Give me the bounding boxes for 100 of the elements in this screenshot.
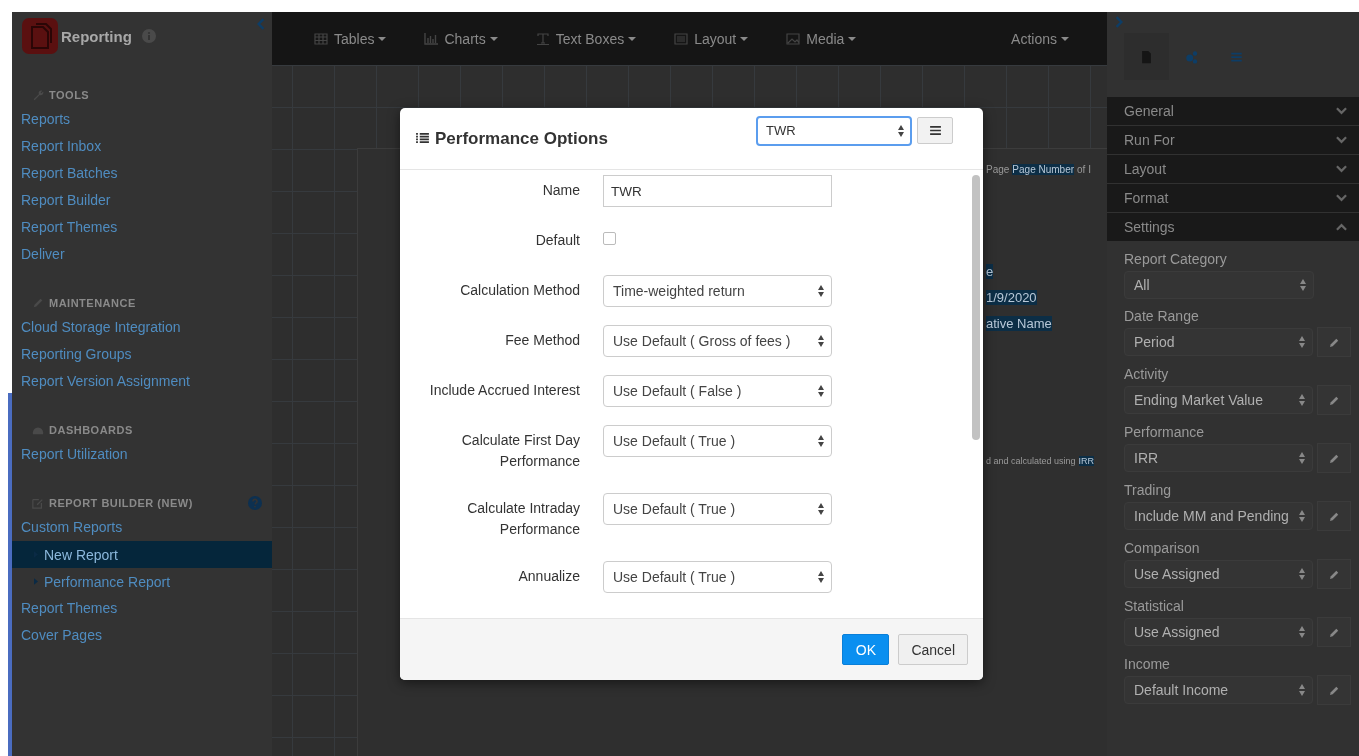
cancel-button[interactable]: Cancel xyxy=(898,634,968,665)
select-field[interactable]: IRR xyxy=(1124,444,1314,472)
name-field[interactable]: TWR xyxy=(603,175,832,207)
chevron-down-icon xyxy=(1336,165,1347,173)
nav-link[interactable]: Report Inbox xyxy=(12,133,272,160)
pencil-icon xyxy=(1328,452,1340,464)
section-heading: DASHBOARDS xyxy=(49,424,134,436)
chevron-down-icon xyxy=(1336,136,1347,144)
select-field[interactable]: Default Income xyxy=(1124,676,1314,704)
field-label: Report Category xyxy=(1124,251,1228,267)
image-icon xyxy=(786,32,801,45)
nav-link[interactable]: Deliver xyxy=(12,241,272,268)
nav-link[interactable]: Report Themes xyxy=(12,595,272,622)
select-field[interactable]: Use Default ( True ) xyxy=(603,493,832,525)
accordion-header[interactable]: Run For xyxy=(1107,126,1359,154)
toolbar-menu[interactable]: Tables xyxy=(314,30,387,47)
chevron-down-icon xyxy=(1336,107,1347,115)
nav-link[interactable]: Report Utilization xyxy=(12,441,272,468)
toolbar-menu[interactable]: Charts xyxy=(424,30,498,47)
field-token: e xyxy=(986,264,994,279)
nav-subitem[interactable]: Performance Report xyxy=(12,568,272,595)
menu-button[interactable] xyxy=(917,117,953,144)
ok-button[interactable]: OK xyxy=(842,634,890,665)
field-label: Income xyxy=(1124,656,1171,672)
nav-link[interactable]: Report Batches xyxy=(12,160,272,187)
expand-icon[interactable] xyxy=(1115,16,1123,28)
edit-button[interactable] xyxy=(1317,559,1351,589)
page-text: d and calculated using xyxy=(986,456,1076,466)
page-text: Page xyxy=(986,164,1010,175)
field-label: Trading xyxy=(1124,482,1172,498)
nav-subitem[interactable]: New Report xyxy=(12,541,272,568)
select-field[interactable]: Time-weighted return xyxy=(603,275,832,307)
gears-icon xyxy=(1185,49,1198,64)
section-heading: MAINTENANCE xyxy=(49,297,137,309)
actions-menu[interactable]: Actions xyxy=(1011,30,1069,47)
nav-link[interactable]: Report Themes xyxy=(12,214,272,241)
select-field[interactable]: Ending Market Value xyxy=(1124,386,1314,414)
select-field[interactable]: Include MM and Pending xyxy=(1124,502,1314,530)
toolbar-menu[interactable]: Media xyxy=(786,30,857,47)
field-token: IRR xyxy=(1078,456,1095,466)
page-text: of I xyxy=(1077,164,1091,175)
dialog-title: Performance Options xyxy=(435,128,609,149)
nav-link[interactable]: Cloud Storage Integration xyxy=(12,314,272,341)
chevron-up-icon xyxy=(1336,223,1347,231)
section-heading: TOOLS xyxy=(49,89,91,101)
select-field[interactable]: Use Assigned xyxy=(1124,618,1314,646)
field-label: Fee Method xyxy=(504,331,580,350)
edit-button[interactable] xyxy=(1317,327,1351,357)
pencil-icon xyxy=(1328,336,1340,348)
field-label: Activity xyxy=(1124,366,1170,382)
edit-button[interactable] xyxy=(1317,501,1351,531)
nav-link[interactable]: Cover Pages xyxy=(12,622,272,649)
edit-button[interactable] xyxy=(1317,617,1351,647)
field-label: Calculation Method xyxy=(459,281,580,300)
logo-icon xyxy=(22,18,58,54)
field-label: Include Accrued Interest xyxy=(428,381,580,400)
nav-link[interactable]: Reporting Groups xyxy=(12,341,272,368)
accordion-header[interactable]: Settings xyxy=(1107,213,1359,241)
pencil-icon xyxy=(1328,626,1340,638)
select-field[interactable]: Period xyxy=(1124,328,1314,356)
field-token: Page Number xyxy=(1012,164,1075,175)
select-field[interactable]: Use Assigned xyxy=(1124,560,1314,588)
default-checkbox[interactable] xyxy=(603,232,616,245)
field-label: Name xyxy=(541,181,580,200)
select-field[interactable]: Use Default ( Gross of fees ) xyxy=(603,325,832,357)
edit-button[interactable] xyxy=(1317,443,1351,473)
select-field[interactable]: Use Default ( True ) xyxy=(603,425,832,457)
field-label: Annualize xyxy=(517,567,580,586)
preset-select[interactable]: TWR xyxy=(756,115,912,146)
nav-link[interactable]: Report Version Assignment xyxy=(12,368,272,395)
layout-icon xyxy=(674,32,689,45)
accordion-header[interactable]: Format xyxy=(1107,184,1359,212)
field-label: Default xyxy=(534,231,580,250)
accordion-header[interactable]: General xyxy=(1107,97,1359,125)
menu-icon xyxy=(929,126,941,135)
pencil-icon xyxy=(1328,510,1340,522)
document-tab[interactable] xyxy=(1124,33,1169,80)
list-icon xyxy=(416,133,429,144)
bar-chart-icon xyxy=(424,32,439,45)
select-field[interactable]: Use Default ( False ) xyxy=(603,375,832,407)
collapse-icon[interactable] xyxy=(257,18,265,30)
nav-link[interactable]: Reports xyxy=(12,106,272,133)
select-field[interactable]: Use Default ( True ) xyxy=(603,561,832,593)
accordion-header[interactable]: Layout xyxy=(1107,155,1359,183)
field-label: Calculate First Day Performance xyxy=(460,431,580,471)
wrench-icon xyxy=(32,89,44,101)
help-icon[interactable] xyxy=(248,496,262,510)
nav-link[interactable]: Report Builder xyxy=(12,187,272,214)
field-label: Calculate Intraday Performance xyxy=(466,499,580,539)
edit-button[interactable] xyxy=(1317,385,1351,415)
field-token: ative Name xyxy=(986,316,1052,331)
text-icon xyxy=(535,32,550,45)
table-icon xyxy=(314,32,328,45)
select-field[interactable]: All xyxy=(1124,271,1314,299)
toolbar-menu[interactable]: Layout xyxy=(674,30,749,47)
nav-link[interactable]: Custom Reports xyxy=(12,514,272,541)
field-token: 1/9/2020 xyxy=(986,290,1037,305)
toolbar-menu[interactable]: Text Boxes xyxy=(535,30,637,47)
pencil-icon xyxy=(1328,684,1340,696)
edit-button[interactable] xyxy=(1317,675,1351,705)
